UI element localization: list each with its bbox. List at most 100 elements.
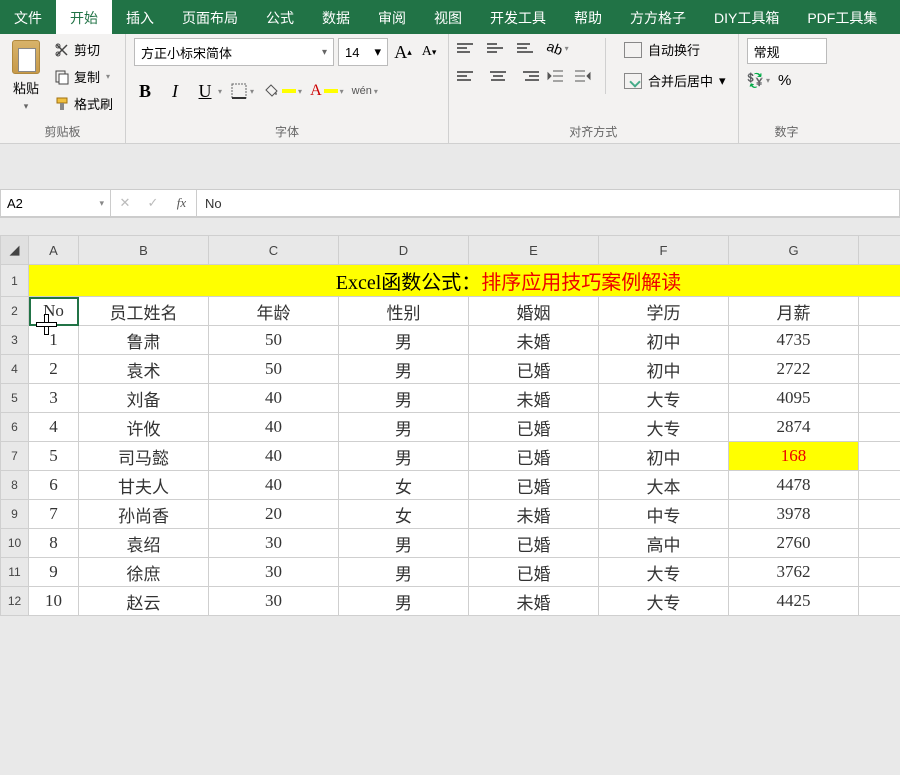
menu-tab-4[interactable]: 公式 — [252, 0, 308, 34]
formula-confirm-button[interactable]: ✓ — [139, 195, 167, 211]
data-cell[interactable]: 大专 — [599, 558, 729, 587]
formula-cancel-button[interactable]: ✕ — [111, 195, 139, 211]
data-cell[interactable]: 2874 — [729, 413, 859, 442]
data-cell[interactable]: 已婚 — [469, 413, 599, 442]
header-cell[interactable]: 备注 — [859, 297, 900, 326]
data-cell[interactable]: 袁术 — [79, 355, 209, 384]
data-cell[interactable] — [859, 500, 900, 529]
menu-tab-8[interactable]: 开发工具 — [476, 0, 560, 34]
cut-button[interactable]: 剪切 — [50, 38, 117, 61]
data-cell[interactable]: 初中 — [599, 326, 729, 355]
row-header-8[interactable]: 8 — [1, 471, 29, 500]
menu-tab-10[interactable]: 方方格子 — [616, 0, 700, 34]
column-header-H[interactable]: H — [859, 236, 900, 265]
border-button[interactable]: ▾ — [230, 82, 254, 100]
data-cell[interactable]: 男 — [339, 384, 469, 413]
data-cell[interactable]: 鲁肃 — [79, 326, 209, 355]
column-header-F[interactable]: F — [599, 236, 729, 265]
data-cell[interactable]: 4478 — [729, 471, 859, 500]
data-cell[interactable]: 初中 — [599, 442, 729, 471]
format-painter-button[interactable]: 格式刷 — [50, 92, 117, 115]
header-cell[interactable]: 员工姓名 — [79, 297, 209, 326]
data-cell[interactable]: 男 — [339, 326, 469, 355]
data-cell[interactable]: 已婚 — [469, 442, 599, 471]
merge-center-button[interactable]: 合并后居中 ▾ — [620, 69, 730, 92]
select-all-corner[interactable]: ◢ — [1, 236, 29, 265]
data-cell[interactable]: 赵云 — [79, 587, 209, 616]
data-cell[interactable]: 已婚 — [469, 529, 599, 558]
align-center-button[interactable] — [487, 66, 509, 86]
menu-tab-3[interactable]: 页面布局 — [168, 0, 252, 34]
data-cell[interactable]: 男 — [339, 529, 469, 558]
row-header-5[interactable]: 5 — [1, 384, 29, 413]
menu-tab-9[interactable]: 帮助 — [560, 0, 616, 34]
column-header-B[interactable]: B — [79, 236, 209, 265]
data-cell[interactable] — [859, 558, 900, 587]
column-header-A[interactable]: A — [29, 236, 79, 265]
align-right-button[interactable] — [517, 66, 539, 86]
data-cell[interactable]: 10 — [29, 587, 79, 616]
menu-tab-6[interactable]: 审阅 — [364, 0, 420, 34]
data-cell[interactable]: 7 — [29, 500, 79, 529]
data-cell[interactable]: 2722 — [729, 355, 859, 384]
data-cell[interactable]: 大专 — [599, 413, 729, 442]
row-header-3[interactable]: 3 — [1, 326, 29, 355]
row-header-11[interactable]: 11 — [1, 558, 29, 587]
data-cell[interactable]: 中专 — [599, 500, 729, 529]
data-cell[interactable]: 袁绍 — [79, 529, 209, 558]
orientation-button[interactable]: ab▾ — [547, 40, 569, 56]
menu-tab-12[interactable]: PDF工具集 — [793, 0, 891, 34]
data-cell[interactable]: 男 — [339, 587, 469, 616]
align-middle-button[interactable] — [487, 38, 509, 58]
font-color-button[interactable]: A ▾ — [310, 82, 344, 100]
data-cell[interactable]: 3762 — [729, 558, 859, 587]
menu-tab-5[interactable]: 数据 — [308, 0, 364, 34]
data-cell[interactable]: 初中 — [599, 355, 729, 384]
menu-tab-1[interactable]: 开始 — [56, 0, 112, 34]
column-header-G[interactable]: G — [729, 236, 859, 265]
menu-tab-0[interactable]: 文件 — [0, 0, 56, 34]
data-cell[interactable]: 高中 — [599, 529, 729, 558]
data-cell[interactable]: 40 — [209, 413, 339, 442]
data-cell[interactable]: 大专 — [599, 384, 729, 413]
data-cell[interactable]: 50 — [209, 326, 339, 355]
data-cell[interactable]: 女 — [339, 500, 469, 529]
data-cell[interactable]: 3978 — [729, 500, 859, 529]
data-cell[interactable]: 8 — [29, 529, 79, 558]
increase-font-button[interactable]: A▴ — [392, 39, 414, 65]
data-cell[interactable]: 女 — [339, 471, 469, 500]
paste-button[interactable]: 粘贴 ▾ — [8, 38, 44, 114]
data-cell[interactable]: 4095 — [729, 384, 859, 413]
data-cell[interactable]: 168 — [729, 442, 859, 471]
data-cell[interactable]: 未婚 — [469, 326, 599, 355]
row-header-10[interactable]: 10 — [1, 529, 29, 558]
header-cell[interactable]: 婚姻 — [469, 297, 599, 326]
data-cell[interactable]: 5 — [29, 442, 79, 471]
row-header-1[interactable]: 1 — [1, 265, 29, 297]
data-cell[interactable]: 孙尚香 — [79, 500, 209, 529]
row-header-9[interactable]: 9 — [1, 500, 29, 529]
number-format-select[interactable]: 常规 — [747, 38, 827, 64]
data-cell[interactable]: 未婚 — [469, 587, 599, 616]
underline-button[interactable]: U▾ — [194, 78, 222, 104]
data-cell[interactable]: 40 — [209, 442, 339, 471]
header-cell[interactable]: 学历 — [599, 297, 729, 326]
wrap-text-button[interactable]: 自动换行 — [620, 38, 730, 61]
data-cell[interactable]: 未婚 — [469, 500, 599, 529]
header-cell[interactable]: 年龄 — [209, 297, 339, 326]
data-cell[interactable]: 9 — [29, 558, 79, 587]
data-cell[interactable]: 未婚 — [469, 384, 599, 413]
data-cell[interactable]: 男 — [339, 442, 469, 471]
data-cell[interactable]: 男 — [339, 355, 469, 384]
data-cell[interactable] — [859, 529, 900, 558]
row-header-6[interactable]: 6 — [1, 413, 29, 442]
spreadsheet-grid[interactable]: ◢ ABCDEFGH 1Excel函数公式：排序应用技巧案例解读2No员工姓名年… — [0, 235, 900, 616]
data-cell[interactable]: 已婚 — [469, 558, 599, 587]
menu-tab-7[interactable]: 视图 — [420, 0, 476, 34]
bold-button[interactable]: B — [134, 78, 156, 104]
data-cell[interactable]: 许攸 — [79, 413, 209, 442]
data-cell[interactable]: 2760 — [729, 529, 859, 558]
fx-button[interactable]: fx — [167, 190, 197, 216]
data-cell[interactable]: 40 — [209, 471, 339, 500]
title-cell[interactable]: Excel函数公式：排序应用技巧案例解读 — [29, 265, 900, 297]
